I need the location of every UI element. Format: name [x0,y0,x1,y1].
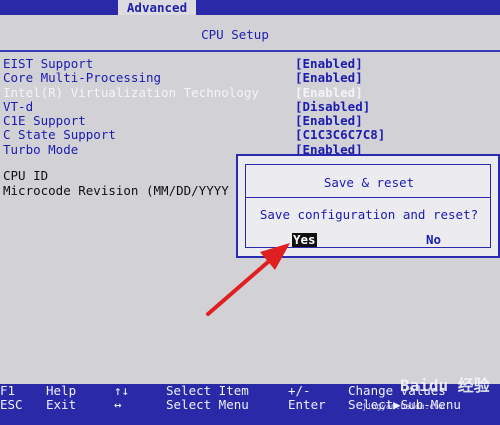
footer-label-select-menu: Select Menu [166,397,249,412]
footer-key-f1: F1 [0,383,16,398]
footer-key-enter: Enter [288,397,326,412]
footer-label-help: Help [46,383,77,398]
footer-key-updown: ↑↓ [114,383,130,398]
footer-key-plusminus: +/- [288,383,311,398]
watermark-logo: Baidu 经验 [400,376,490,395]
footer-label-select-item: Select Item [166,383,249,398]
footer-key-esc: ESC [0,397,23,412]
annotation-arrow-icon [206,243,290,316]
footer-key-leftright: ↔ [114,397,122,412]
footer-label-exit: Exit [46,397,77,412]
watermark-url: jingyan.baidu.com [362,402,444,411]
